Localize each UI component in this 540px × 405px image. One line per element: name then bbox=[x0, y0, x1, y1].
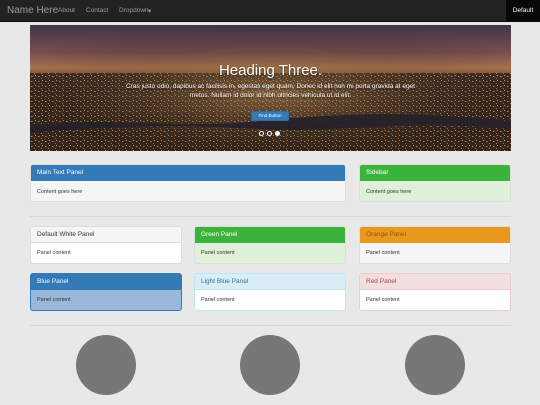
panel-title: Green Panel bbox=[195, 227, 345, 243]
panel-body: Content goes here bbox=[366, 189, 412, 195]
carousel-indicator-2[interactable] bbox=[267, 131, 272, 136]
panel-title: Light Blue Panel bbox=[195, 274, 345, 290]
panel-title: Main Text Panel bbox=[31, 165, 345, 181]
chevron-down-icon[interactable]: ▾ bbox=[148, 7, 151, 15]
panel-body: Panel content bbox=[37, 250, 71, 256]
nav-default[interactable]: Default bbox=[506, 0, 540, 22]
panel-title: Default White Panel bbox=[31, 227, 181, 243]
red-panel: Red Panel Panel content bbox=[359, 273, 511, 311]
default-white-panel: Default White Panel Panel content bbox=[30, 226, 182, 264]
panel-body: Panel content bbox=[366, 297, 400, 303]
green-panel: Green Panel Panel content bbox=[194, 226, 346, 264]
nav-dropdown[interactable]: Dropdown bbox=[119, 7, 149, 14]
panel-body: Panel content bbox=[366, 250, 400, 256]
carousel-indicator-3[interactable] bbox=[275, 131, 280, 136]
divider bbox=[30, 325, 511, 326]
carousel-indicator-1[interactable] bbox=[259, 131, 264, 136]
blue-panel: Blue Panel Panel content bbox=[30, 273, 182, 311]
nav-contact[interactable]: Contact bbox=[86, 7, 108, 14]
circle-image bbox=[405, 335, 465, 395]
divider bbox=[30, 216, 511, 217]
panel-title: Red Panel bbox=[360, 274, 510, 290]
carousel-heading: Heading Three. bbox=[218, 62, 323, 79]
sidebar-panel: Sidebar Content goes here bbox=[359, 164, 511, 202]
panel-body: Panel content bbox=[37, 297, 71, 303]
circle-image bbox=[240, 335, 300, 395]
orange-panel: Orange Panel Panel content bbox=[359, 226, 511, 264]
carousel-text: Cras justo odio, dapibus ac facilisis in… bbox=[125, 83, 416, 99]
main-text-panel: Main Text Panel Content goes here bbox=[30, 164, 346, 202]
carousel-button[interactable]: Find Button bbox=[251, 111, 289, 121]
panel-title: Sidebar bbox=[360, 165, 510, 181]
panel-body: Panel content bbox=[201, 297, 235, 303]
light-blue-panel: Light Blue Panel Panel content bbox=[194, 273, 346, 311]
panel-body: Content goes here bbox=[37, 189, 83, 195]
panel-body: Panel content bbox=[201, 250, 235, 256]
circle-image bbox=[76, 335, 136, 395]
carousel: Heading Three. Cras justo odio, dapibus … bbox=[30, 25, 511, 151]
nav-about[interactable]: About bbox=[58, 7, 75, 14]
panel-title: Blue Panel bbox=[31, 274, 181, 290]
brand[interactable]: Name Here bbox=[7, 5, 58, 16]
panel-title: Orange Panel bbox=[360, 227, 510, 243]
navbar: Name Here About Contact Dropdown ▾ Defau… bbox=[0, 0, 540, 22]
